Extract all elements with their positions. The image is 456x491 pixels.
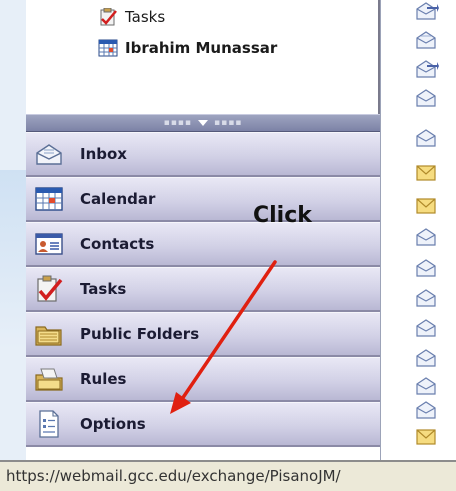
arrow-shaft bbox=[178, 260, 277, 404]
status-bar: https://webmail.gcc.edu/exchange/PisanoJ… bbox=[0, 460, 456, 491]
arrow-head bbox=[170, 392, 191, 414]
annotation-arrow bbox=[170, 260, 277, 414]
owa-window: Tasks Ibrahim Munassar ▪▪▪▪ ▪▪▪▪ Inbox C… bbox=[0, 0, 456, 491]
status-url: https://webmail.gcc.edu/exchange/PisanoJ… bbox=[6, 467, 341, 485]
